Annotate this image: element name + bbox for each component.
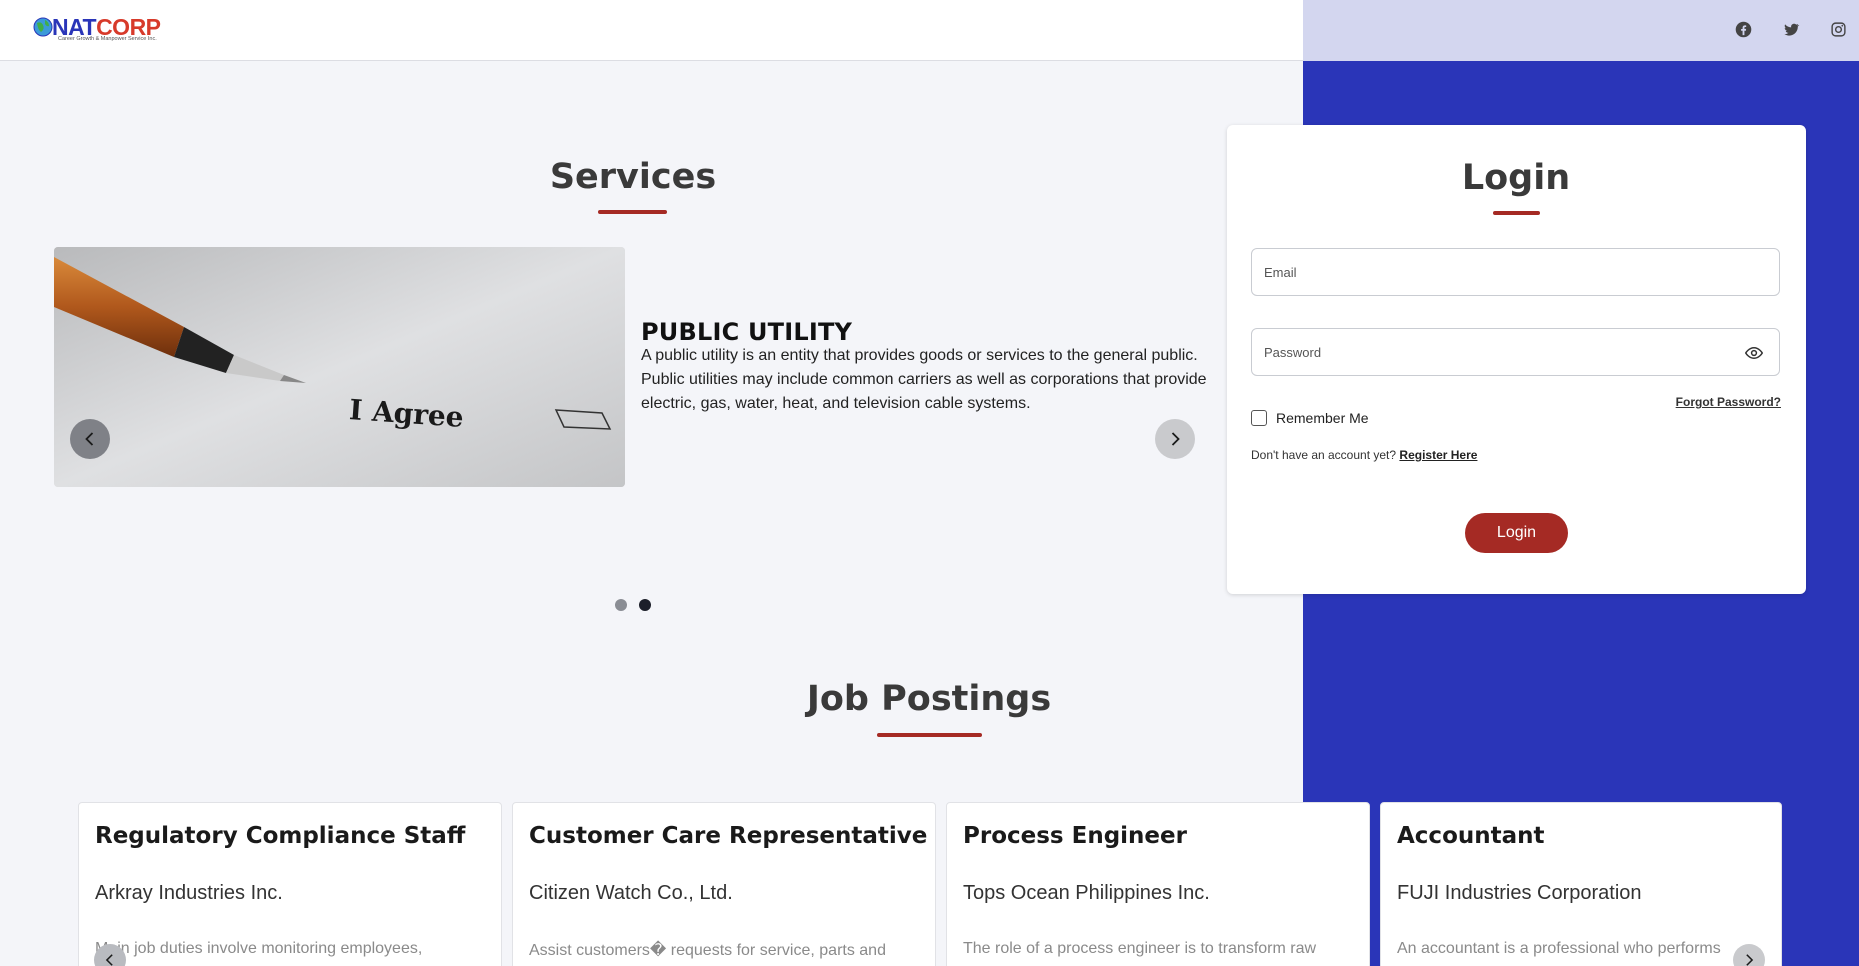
job-card[interactable]: Process Engineer Tops Ocean Philippines … [946,802,1370,966]
chevron-left-icon [105,954,113,966]
job-title: Process Engineer [963,823,1187,849]
email-field[interactable] [1251,248,1780,296]
job-title: Regulatory Compliance Staff [95,823,466,849]
register-link[interactable]: Register Here [1399,448,1477,462]
job-title: Customer Care Representative [529,823,928,849]
twitter-icon[interactable] [1781,19,1801,39]
job-postings-underline [877,733,982,737]
job-company: Citizen Watch Co., Ltd. [529,882,733,904]
remember-me[interactable]: Remember Me [1251,410,1369,426]
chevron-right-icon [1746,954,1754,966]
job-company: Arkray Industries Inc. [95,882,283,904]
remember-me-label: Remember Me [1276,410,1369,426]
header-social-bar [1303,0,1859,61]
brand-logo[interactable]: NATCORP Career Growth & Manpower Service… [32,14,182,44]
no-account-text: Don't have an account yet? [1251,448,1397,462]
header-bar [0,0,1303,61]
password-input[interactable] [1252,329,1779,375]
carousel-dot-2[interactable] [639,599,651,611]
carousel-next-button[interactable] [1155,419,1195,459]
chevron-right-icon [1171,432,1180,446]
password-field[interactable] [1251,328,1780,376]
services-underline [598,210,667,214]
job-title: Accountant [1397,823,1545,849]
register-prompt: Don't have an account yet? Register Here [1251,448,1477,462]
login-button[interactable]: Login [1465,513,1568,553]
job-description: Main job duties involve monitoring emplo… [95,940,423,957]
job-description: Assist customers� requests for service, … [529,942,886,959]
eye-icon[interactable] [1745,344,1763,362]
job-company: FUJI Industries Corporation [1397,882,1642,904]
instagram-icon[interactable] [1828,19,1848,39]
globe-icon [33,17,53,37]
login-card: Login Forgot Password? Remember Me Don't… [1227,125,1806,594]
slide-title: PUBLIC UTILITY [641,318,853,346]
services-title: Services [549,157,717,197]
job-company: Tops Ocean Philippines Inc. [963,882,1210,904]
login-underline [1493,211,1540,215]
facebook-icon[interactable] [1733,19,1753,39]
pen-paper-illustration: I Agree [54,247,625,487]
carousel-prev-button[interactable] [70,419,110,459]
slide-image: I Agree [54,247,625,487]
job-card[interactable]: Accountant FUJI Industries Corporation A… [1380,802,1782,966]
job-card[interactable]: Customer Care Representative Citizen Wat… [512,802,936,966]
remember-me-checkbox[interactable] [1251,410,1267,426]
job-description: An accountant is a professional who perf… [1397,940,1721,957]
brand-tagline: Career Growth & Manpower Service Inc. [58,36,157,42]
job-card[interactable]: Regulatory Compliance Staff Arkray Indus… [78,802,502,966]
slide-description: A public utility is an entity that provi… [641,347,1207,412]
login-title: Login [1461,158,1571,198]
carousel-dot-1[interactable] [615,599,627,611]
email-input[interactable] [1252,249,1779,295]
job-description: The role of a process engineer is to tra… [963,940,1317,957]
forgot-password-link[interactable]: Forgot Password? [1676,395,1781,409]
chevron-left-icon [85,432,94,446]
job-postings-title: Job Postings [806,679,1052,719]
